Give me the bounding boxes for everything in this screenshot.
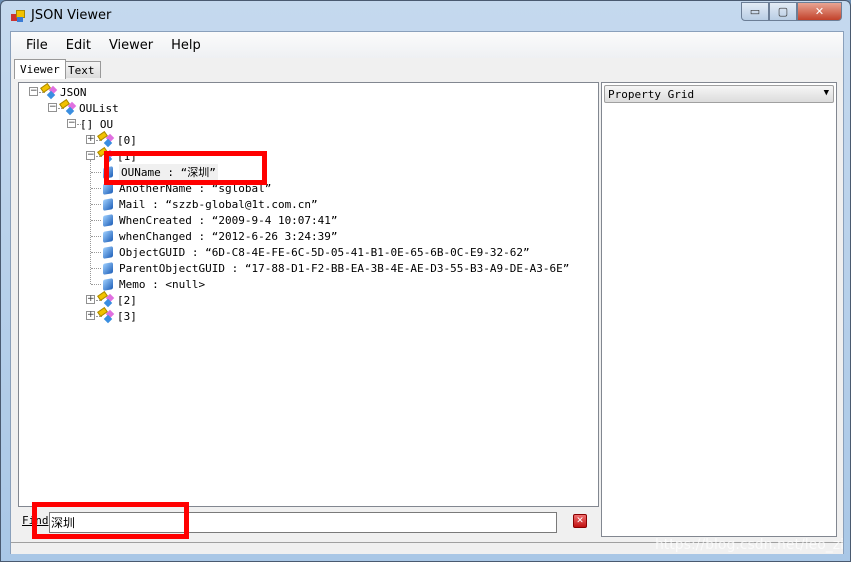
- tree-node-label: Mail : “szzb-global@1t.com.cn”: [119, 197, 318, 211]
- client-area: File Edit Viewer Help Viewer Text − JSON −…: [10, 31, 844, 554]
- window-title: JSON Viewer: [31, 8, 112, 23]
- tree-node[interactable]: OUList: [79, 100, 119, 116]
- tree-node-label: [2]: [117, 293, 137, 307]
- tree-connector: [91, 236, 101, 237]
- collapse-icon[interactable]: −: [86, 151, 95, 160]
- json-tree-view[interactable]: − JSON − OUList −[] OU + [0] − [1] OUName : “深圳” A…: [18, 82, 599, 507]
- tree-node-label: OUList: [79, 101, 119, 115]
- tree-connector: [90, 160, 91, 284]
- tree-node[interactable]: [3]: [117, 308, 137, 324]
- tree-node[interactable]: JSON: [60, 84, 87, 100]
- tree-node-label: JSON: [60, 85, 87, 99]
- expand-icon[interactable]: +: [86, 295, 95, 304]
- tree-node[interactable]: [0]: [117, 132, 137, 148]
- object-node-icon: [59, 98, 78, 116]
- watermark: https://blog.csdn.net/leo_zi: [654, 537, 844, 553]
- object-node-icon: [40, 82, 59, 100]
- tree-node[interactable]: [] OU: [80, 116, 113, 132]
- tree-node-label: [1]: [117, 149, 137, 163]
- maximize-button[interactable]: ▢: [769, 2, 797, 21]
- menu-viewer[interactable]: Viewer: [100, 38, 162, 53]
- tree-connector: [91, 172, 101, 173]
- tree-node-label: WhenCreated : “2009-9-4 10:07:41”: [119, 213, 338, 227]
- menu-bar: File Edit Viewer Help: [11, 32, 843, 58]
- tab-viewer[interactable]: Viewer: [14, 59, 66, 79]
- find-label: Find: [22, 514, 49, 527]
- object-node-icon: [97, 290, 116, 308]
- find-input[interactable]: [49, 512, 557, 533]
- tree-connector: [91, 188, 101, 189]
- tree-node[interactable]: ParentObjectGUID : “17-88-D1-F2-BB-EA-3B…: [119, 260, 569, 276]
- value-node-icon: [103, 166, 113, 179]
- app-window: JSON Viewer ▭ ▢ ✕ File Edit Viewer Help …: [0, 0, 851, 562]
- menu-file[interactable]: File: [17, 38, 57, 53]
- tree-node-label: [] OU: [80, 117, 114, 131]
- value-node-icon: [103, 278, 113, 291]
- tree-connector: [91, 284, 101, 285]
- tree-node-label: [3]: [117, 309, 137, 323]
- tree-connector: [91, 204, 101, 205]
- value-node-icon: [103, 182, 113, 195]
- object-node-icon: [97, 306, 116, 324]
- clear-x-icon[interactable]: ✕: [573, 514, 587, 528]
- tree-node[interactable]: ObjectGUID : “6D-C8-4E-FE-6C-5D-05-41-B1…: [119, 244, 530, 260]
- value-node-icon: [103, 198, 113, 211]
- menu-edit[interactable]: Edit: [57, 38, 100, 53]
- tree-node[interactable]: whenChanged : “2012-6-26 3:24:39”: [119, 228, 338, 244]
- value-node-icon: [103, 262, 113, 275]
- tree-node-label: [0]: [117, 133, 137, 147]
- value-node-icon: [103, 230, 113, 243]
- tree-connector: [91, 220, 101, 221]
- minimize-button[interactable]: ▭: [741, 2, 769, 21]
- value-node-icon: [103, 214, 113, 227]
- tree-node-label: AnotherName : “sglobal”: [119, 181, 272, 195]
- object-node-icon: [97, 146, 116, 164]
- collapse-icon[interactable]: −: [67, 119, 76, 128]
- expand-icon[interactable]: +: [86, 311, 95, 320]
- tree-connector: [91, 252, 101, 253]
- collapse-icon[interactable]: −: [48, 103, 57, 112]
- property-grid-selected-value: Property Grid: [608, 88, 695, 101]
- app-icon: [11, 10, 25, 22]
- tree-node[interactable]: [1]: [117, 148, 137, 164]
- tree-node-label: Memo : <null>: [119, 277, 206, 291]
- tree-node[interactable]: Memo : <null>: [119, 276, 205, 292]
- expand-icon[interactable]: +: [86, 135, 95, 144]
- tab-text[interactable]: Text: [62, 61, 101, 78]
- tree-node[interactable]: Mail : “szzb-global@1t.com.cn”: [119, 196, 318, 212]
- collapse-icon[interactable]: −: [29, 87, 38, 96]
- tree-node-label: ParentObjectGUID : “17-88-D1-F2-BB-EA-3B…: [119, 261, 570, 275]
- tree-node[interactable]: OUName : “深圳”: [119, 164, 218, 180]
- dropdown-arrow-icon: ▼: [823, 88, 829, 98]
- tree-node[interactable]: WhenCreated : “2009-9-4 10:07:41”: [119, 212, 338, 228]
- value-node-icon: [103, 246, 113, 259]
- tree-node-label: OUName : “深圳”: [119, 164, 218, 180]
- tree-node[interactable]: AnotherName : “sglobal”: [119, 180, 271, 196]
- tree-node-label: whenChanged : “2012-6-26 3:24:39”: [119, 229, 338, 243]
- tree-node-label: ObjectGUID : “6D-C8-4E-FE-6C-5D-05-41-B1…: [119, 245, 530, 259]
- tree-connector: [91, 268, 101, 269]
- menu-help[interactable]: Help: [162, 38, 210, 53]
- object-node-icon: [97, 130, 116, 148]
- close-button[interactable]: ✕: [797, 2, 842, 21]
- tree-node[interactable]: [2]: [117, 292, 137, 308]
- property-grid-select[interactable]: Property Grid ▼: [604, 85, 834, 103]
- property-grid-panel: Property Grid ▼: [601, 82, 837, 537]
